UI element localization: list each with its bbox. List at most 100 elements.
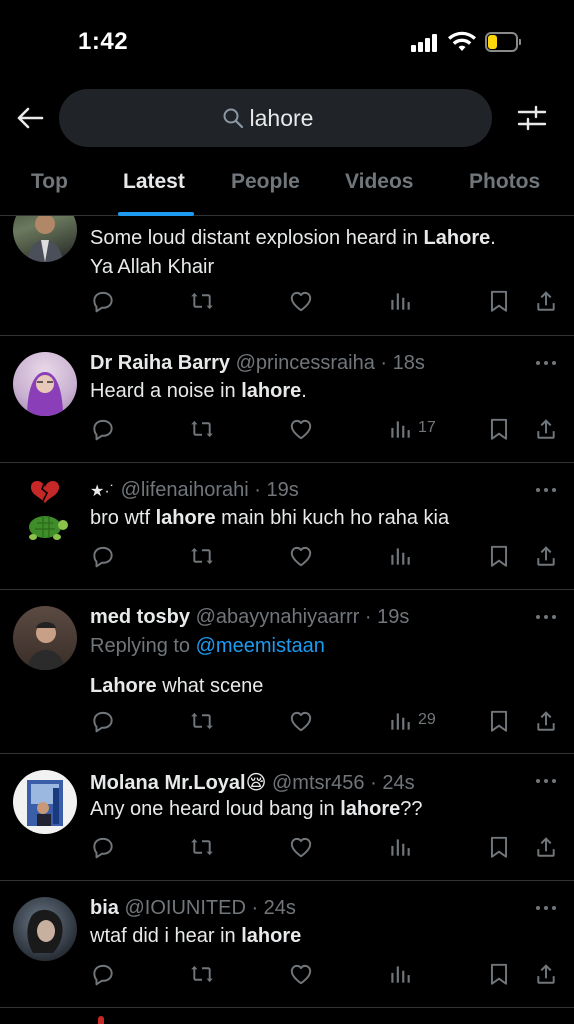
- avatar[interactable]: [13, 352, 77, 416]
- tweet-feed[interactable]: Some loud distant explosion heard in Lah…: [0, 216, 574, 1024]
- reply-button[interactable]: [90, 708, 118, 736]
- like-button[interactable]: [288, 708, 316, 736]
- bookmark-icon: [486, 834, 512, 860]
- share-button[interactable]: [533, 834, 561, 862]
- mention-link[interactable]: @meemistaan: [196, 635, 325, 657]
- retweet-button[interactable]: [189, 288, 217, 316]
- heart-icon: [288, 288, 314, 314]
- status-bar: 1:42: [0, 0, 574, 80]
- tweet[interactable]: med tosby @abayynahiyaarrr · 19s Replyin…: [0, 590, 574, 754]
- more-button[interactable]: [536, 905, 558, 911]
- retweet-button[interactable]: [189, 961, 217, 989]
- views-icon: [387, 288, 413, 314]
- views-button[interactable]: [387, 708, 415, 736]
- bookmark-button[interactable]: [486, 416, 514, 444]
- tweet[interactable]: Dr Raiha Barry @princessraiha · 18s Hear…: [0, 336, 574, 463]
- share-icon: [533, 834, 559, 860]
- retweet-button[interactable]: [189, 543, 217, 571]
- share-icon: [533, 708, 559, 734]
- arrow-left-icon: [17, 107, 44, 129]
- tab-top[interactable]: Top: [31, 170, 68, 194]
- display-name[interactable]: ★·˙: [90, 483, 115, 500]
- share-button[interactable]: [533, 961, 561, 989]
- bookmark-button[interactable]: [486, 288, 514, 316]
- avatar[interactable]: [13, 216, 77, 262]
- retweet-button[interactable]: [189, 416, 217, 444]
- reply-button[interactable]: [90, 961, 118, 989]
- retweet-icon: [189, 288, 215, 314]
- views-icon: [387, 416, 413, 442]
- reply-button[interactable]: [90, 416, 118, 444]
- like-button[interactable]: [288, 416, 316, 444]
- retweet-button[interactable]: [189, 834, 217, 862]
- avatar[interactable]: [13, 770, 77, 834]
- tweet-text: Lahore what scene: [90, 675, 264, 697]
- tweet[interactable]: bia @IOIUNITED · 24s wtaf did i hear in …: [0, 881, 574, 1008]
- views-button[interactable]: [387, 834, 415, 862]
- reply-button[interactable]: [90, 543, 118, 571]
- tweet-text: bro wtf lahore main bhi kuch ho raha kia: [90, 507, 450, 529]
- tab-latest[interactable]: Latest: [123, 170, 185, 194]
- tweet-actions: [0, 288, 574, 318]
- bookmark-button[interactable]: [486, 961, 514, 989]
- like-button[interactable]: [288, 288, 316, 316]
- tweet-text: Any one heard loud bang in lahore??: [90, 798, 423, 820]
- avatar[interactable]: [13, 897, 77, 961]
- more-button[interactable]: [536, 487, 558, 493]
- bookmark-button[interactable]: [486, 834, 514, 862]
- reply-button[interactable]: [90, 288, 118, 316]
- search-input[interactable]: [249, 104, 330, 132]
- tweet[interactable]: Some loud distant explosion heard in Lah…: [0, 216, 574, 336]
- bookmark-button[interactable]: [486, 708, 514, 736]
- more-button[interactable]: [536, 614, 558, 620]
- bookmark-icon: [486, 416, 512, 442]
- like-button[interactable]: [288, 543, 316, 571]
- retweet-button[interactable]: [189, 708, 217, 736]
- share-button[interactable]: [533, 288, 561, 316]
- display-name[interactable]: Dr Raiha Barry: [90, 352, 230, 374]
- views-count: 29: [418, 711, 436, 728]
- display-name[interactable]: Molana Mr.Loyal😪: [90, 772, 266, 794]
- more-button[interactable]: [536, 360, 558, 366]
- views-button[interactable]: [387, 416, 415, 444]
- tab-videos[interactable]: Videos: [345, 170, 413, 194]
- tweet-text: Ya Allah Khair: [90, 256, 215, 278]
- avatar[interactable]: [13, 479, 77, 543]
- search-field[interactable]: [59, 89, 492, 147]
- filter-button[interactable]: [516, 102, 548, 134]
- views-button[interactable]: [387, 543, 415, 571]
- tweet[interactable]: Molana Mr.Loyal😪 @mtsr456 · 24s Any one …: [0, 754, 574, 881]
- views-button[interactable]: [387, 288, 415, 316]
- more-button[interactable]: [536, 778, 558, 784]
- tab-photos[interactable]: Photos: [469, 170, 540, 194]
- heart-icon: [288, 961, 314, 987]
- bookmark-icon: [486, 288, 512, 314]
- views-button[interactable]: [387, 961, 415, 989]
- retweet-icon: [189, 416, 215, 442]
- tweet[interactable]: ★·˙ @lifenaihorahi · 19s bro wtf lahore …: [0, 463, 574, 590]
- handle-time: @mtsr456 · 24s: [272, 772, 415, 794]
- battery-icon: [485, 32, 521, 52]
- tweet-header: bia @IOIUNITED · 24s: [90, 897, 296, 920]
- share-button[interactable]: [533, 416, 561, 444]
- handle-time: @abayynahiyaarrr · 19s: [195, 606, 410, 628]
- share-icon: [533, 961, 559, 987]
- retweet-icon: [189, 961, 215, 987]
- views-icon: [387, 961, 413, 987]
- bookmark-icon: [486, 708, 512, 734]
- like-button[interactable]: [288, 961, 316, 989]
- views-icon: [387, 708, 413, 734]
- like-button[interactable]: [288, 834, 316, 862]
- display-name[interactable]: med tosby: [90, 606, 190, 628]
- back-button[interactable]: [14, 102, 46, 134]
- share-button[interactable]: [533, 708, 561, 736]
- retweet-icon: [189, 708, 215, 734]
- share-button[interactable]: [533, 543, 561, 571]
- display-name[interactable]: bia: [90, 897, 119, 919]
- retweet-icon: [189, 834, 215, 860]
- bookmark-button[interactable]: [486, 543, 514, 571]
- tab-people[interactable]: People: [231, 170, 300, 194]
- reply-button[interactable]: [90, 834, 118, 862]
- bookmark-icon: [486, 543, 512, 569]
- avatar[interactable]: [13, 606, 77, 670]
